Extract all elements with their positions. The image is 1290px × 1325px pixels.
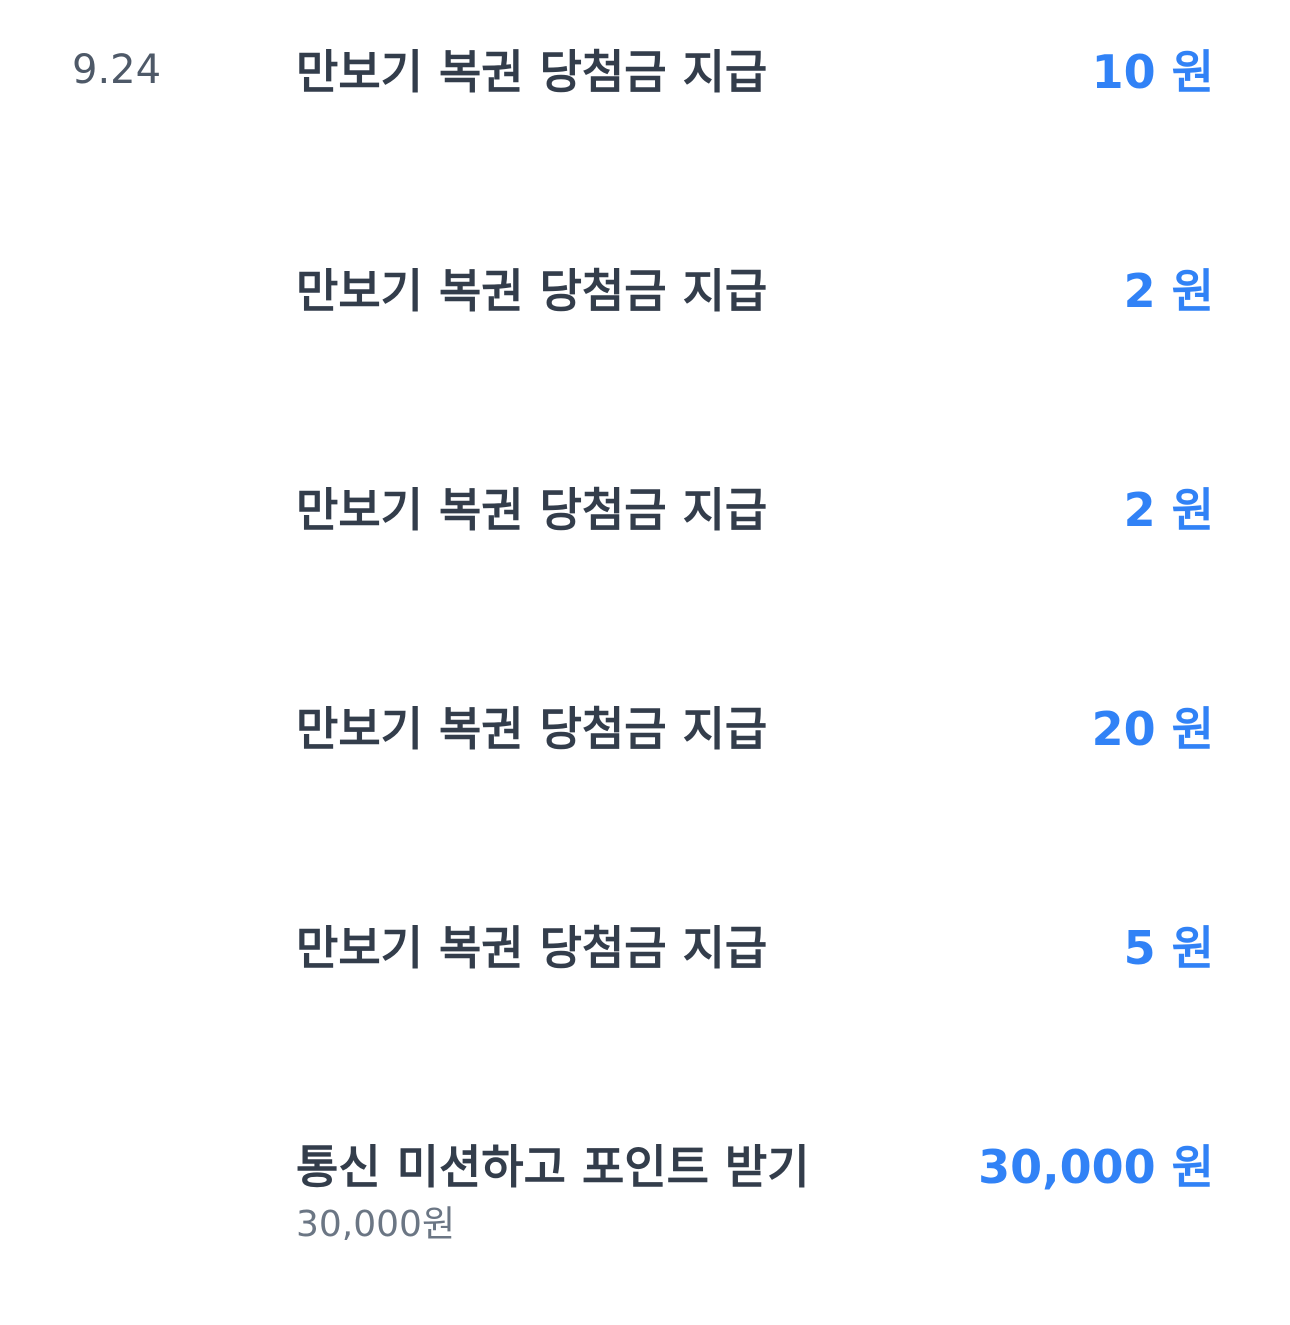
item-amount: 2 원 [1123, 264, 1214, 318]
item-amount: 30,000 원 [978, 1140, 1214, 1194]
item-title: 만보기 복권 당첨금 지급 [296, 264, 768, 318]
item-title: 통신 미션하고 포인트 받기 [296, 1140, 810, 1194]
item-title: 만보기 복권 당첨금 지급 [296, 702, 768, 756]
date-label: 9.24 [72, 47, 162, 93]
item-amount: 20 원 [1091, 702, 1214, 756]
item-title: 만보기 복권 당첨금 지급 [296, 921, 768, 975]
item-amount: 2 원 [1123, 483, 1214, 537]
item-title: 만보기 복권 당첨금 지급 [296, 483, 768, 537]
item-amount: 10 원 [1091, 45, 1214, 99]
item-amount: 5 원 [1123, 921, 1214, 975]
item-title: 만보기 복권 당첨금 지급 [296, 45, 768, 99]
item-subtitle: 30,000원 [296, 1204, 456, 1245]
point-history-list: 9.24 만보기 복권 당첨금 지급 10 원 만보기 복권 당첨금 지급 2 … [0, 0, 1290, 1325]
